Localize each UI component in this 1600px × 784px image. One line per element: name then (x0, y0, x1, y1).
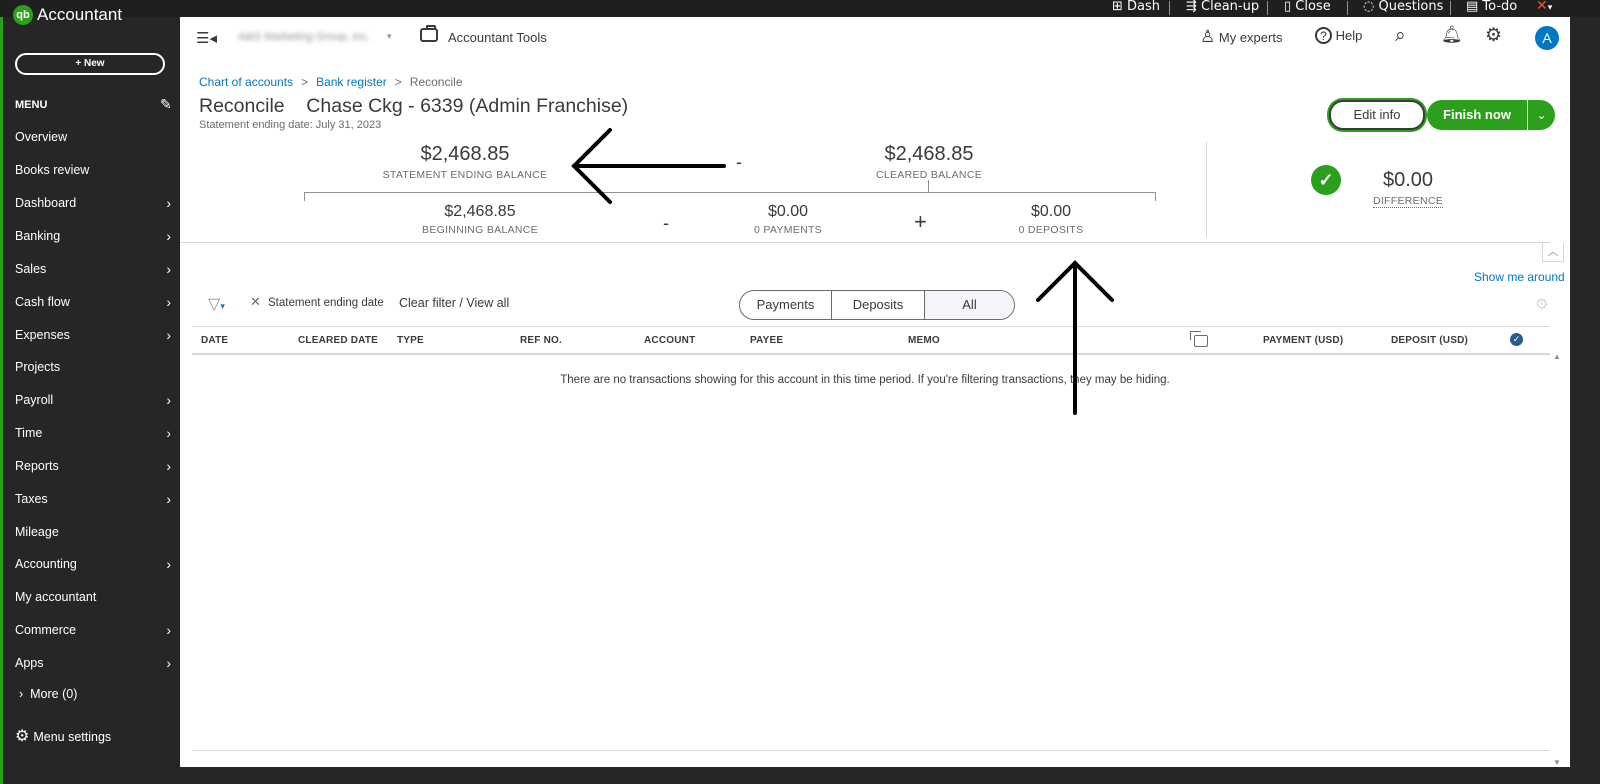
annotation-arrows (571, 128, 1114, 415)
up-arrow (1036, 260, 1114, 415)
left-arrow (571, 128, 726, 204)
